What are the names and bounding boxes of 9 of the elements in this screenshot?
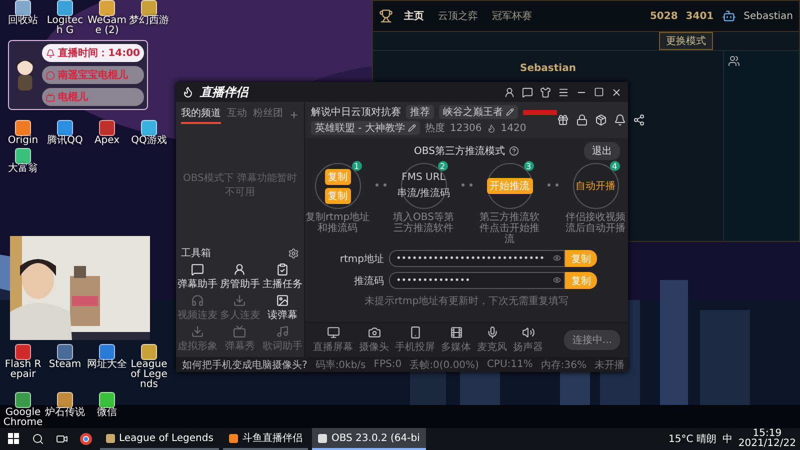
taskbar-app[interactable]: League of Legends [100, 428, 220, 450]
taskbar-app[interactable]: OBS 23.0.2 (64-bi [312, 428, 426, 450]
input-method[interactable]: 中 [722, 432, 732, 446]
app-icon [318, 434, 328, 442]
clock[interactable]: 15:19 2021/12/22 [738, 429, 796, 449]
taskbar-app[interactable]: 斗鱼直播伴侣 [223, 428, 308, 450]
app-icon [229, 434, 238, 442]
weather-text[interactable]: 15°C 晴朗 [668, 432, 716, 446]
app-icon [106, 434, 115, 442]
